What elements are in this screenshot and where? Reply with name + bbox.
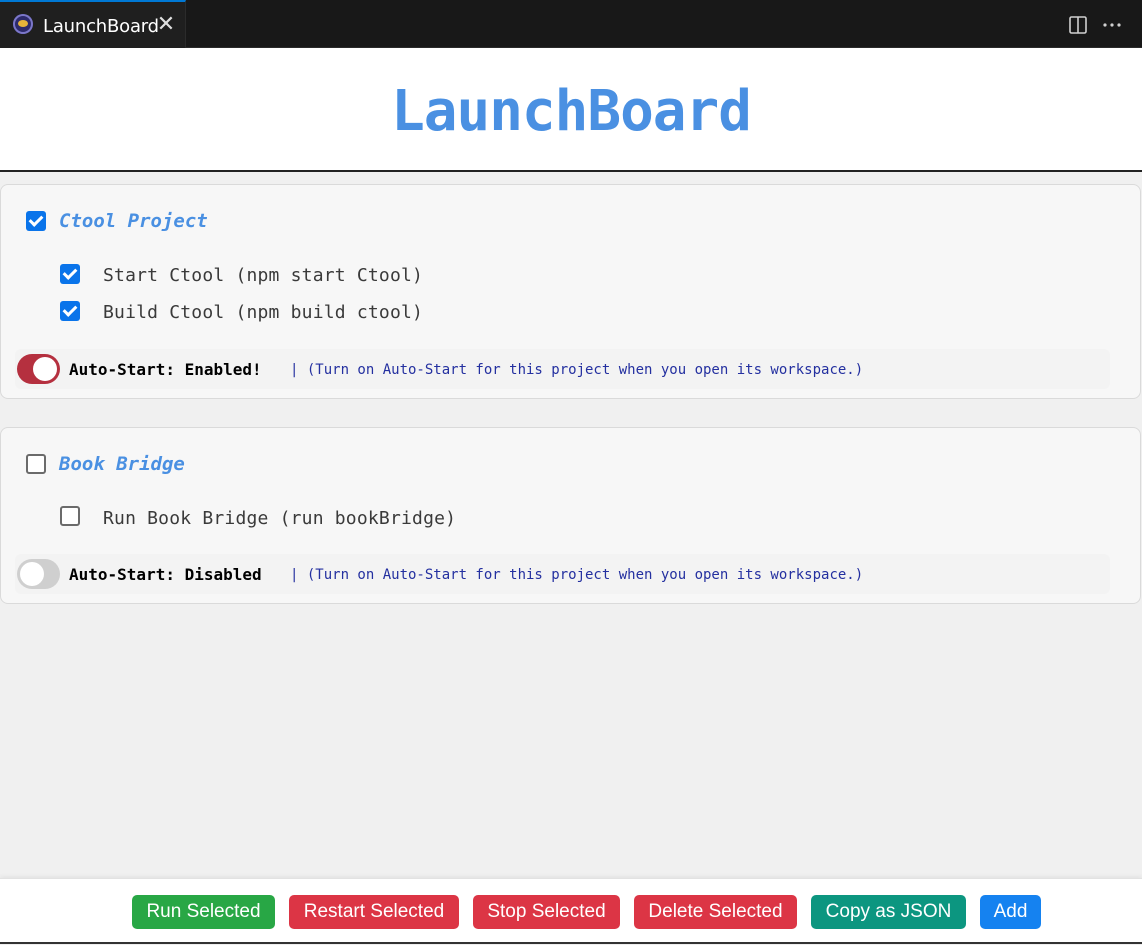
action-bar: Run Selected Restart Selected Stop Selec… [0, 878, 1142, 944]
command-label: Build Ctool (npm build ctool) [103, 302, 424, 323]
auto-start-row: Auto-Start: Enabled! | (Turn on Auto-Sta… [15, 349, 1110, 389]
copy-as-json-button[interactable]: Copy as JSON [811, 895, 966, 929]
command-checkbox[interactable] [60, 301, 80, 321]
delete-selected-button[interactable]: Delete Selected [634, 895, 797, 929]
command-checkbox[interactable] [60, 264, 80, 284]
project-name: Book Bridge [59, 453, 185, 475]
auto-start-toggle[interactable] [17, 559, 60, 589]
command-checkbox[interactable] [60, 506, 80, 526]
project-card-book-bridge: Book Bridge Run Book Bridge (run bookBri… [0, 427, 1141, 604]
launchboard-extension-icon [13, 14, 33, 34]
auto-start-label: Auto-Start: Disabled [69, 565, 262, 584]
toggle-knob [33, 357, 57, 381]
auto-start-toggle[interactable] [17, 354, 60, 384]
restart-selected-button[interactable]: Restart Selected [289, 895, 459, 929]
app-header: LaunchBoard [0, 48, 1142, 172]
project-checkbox[interactable] [26, 211, 46, 231]
editor-tab-bar: LaunchBoard ✕ [0, 0, 1142, 48]
auto-start-hint: | (Turn on Auto-Start for this project w… [290, 567, 864, 583]
tab-launchboard[interactable]: LaunchBoard ✕ [0, 0, 186, 48]
close-icon[interactable]: ✕ [156, 13, 176, 35]
split-editor-icon[interactable] [1067, 14, 1089, 36]
project-card-ctool: Ctool Project Start Ctool (npm start Cto… [0, 184, 1141, 399]
command-label: Run Book Bridge (run bookBridge) [103, 508, 457, 529]
auto-start-label: Auto-Start: Enabled! [69, 360, 262, 379]
run-selected-button[interactable]: Run Selected [132, 895, 275, 929]
command-label: Start Ctool (npm start Ctool) [103, 265, 424, 286]
auto-start-row: Auto-Start: Disabled | (Turn on Auto-Sta… [15, 554, 1110, 594]
project-name: Ctool Project [59, 210, 208, 232]
project-checkbox[interactable] [26, 454, 46, 474]
more-actions-icon[interactable] [1101, 14, 1123, 36]
add-button[interactable]: Add [980, 895, 1041, 929]
stop-selected-button[interactable]: Stop Selected [473, 895, 620, 929]
tab-title: LaunchBoard [43, 16, 159, 37]
auto-start-hint: | (Turn on Auto-Start for this project w… [290, 362, 864, 378]
page-title: LaunchBoard [391, 79, 752, 144]
toggle-knob [20, 562, 44, 586]
